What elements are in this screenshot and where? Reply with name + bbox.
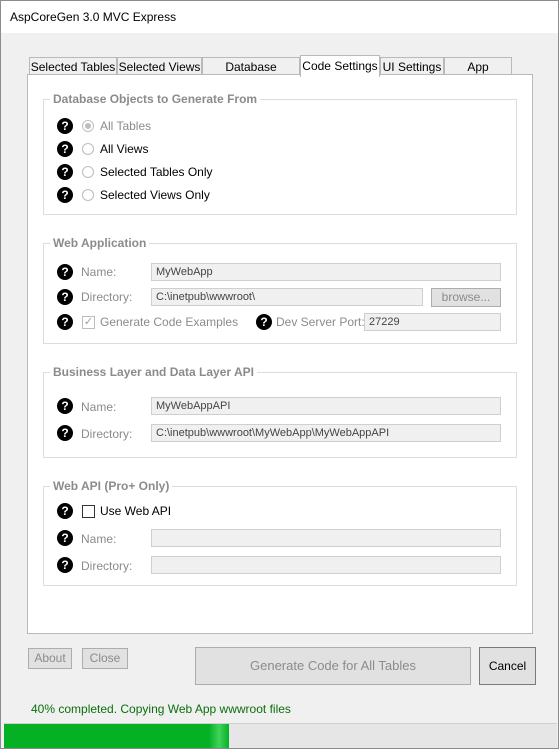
- tab-ui-settings[interactable]: UI Settings: [380, 57, 444, 75]
- tab-code-settings[interactable]: Code Settings: [300, 55, 380, 77]
- tab-panel-code-settings: Database Objects to Generate From ? All …: [27, 74, 533, 634]
- cancel-button[interactable]: Cancel: [479, 647, 536, 685]
- group-db-objects: Database Objects to Generate From ? All …: [43, 92, 517, 215]
- directory-label: Directory:: [81, 290, 133, 304]
- question-circle-icon[interactable]: ?: [57, 141, 73, 157]
- radio-label: All Tables: [100, 119, 152, 133]
- question-circle-icon[interactable]: ?: [57, 118, 73, 134]
- question-circle-icon[interactable]: ?: [57, 503, 73, 519]
- progress-fill: [4, 724, 226, 748]
- directory-label: Directory:: [81, 559, 133, 573]
- radio-label: Selected Tables Only: [100, 165, 213, 179]
- title-bar: AspCoreGen 3.0 MVC Express: [1, 1, 558, 33]
- web-api-name-field[interactable]: [151, 529, 501, 547]
- radio-all-tables[interactable]: [82, 120, 94, 132]
- radio-label: All Views: [100, 142, 149, 156]
- question-circle-icon[interactable]: ?: [57, 530, 73, 546]
- web-app-directory-field[interactable]: C:\inetpub\wwwroot\: [151, 288, 423, 306]
- question-circle-icon[interactable]: ?: [57, 314, 73, 330]
- tab-app-settings[interactable]: App Settings: [444, 57, 512, 92]
- group-web-application: Web Application ? Name: MyWebApp ? Direc…: [43, 236, 517, 344]
- group-web-api: Web API (Pro+ Only) ? Use Web API ? Name…: [43, 479, 517, 586]
- checkbox-label: Generate Code Examples: [100, 315, 239, 329]
- question-circle-icon[interactable]: ?: [57, 289, 73, 305]
- tab-selected-views[interactable]: Selected Views: [117, 57, 202, 75]
- group-title: Web API (Pro+ Only): [50, 479, 173, 493]
- about-button[interactable]: About: [28, 648, 72, 669]
- browse-button[interactable]: browse...: [431, 288, 501, 307]
- radio-label: Selected Views Only: [100, 188, 210, 202]
- checkbox-label: Use Web API: [100, 504, 172, 518]
- name-label: Name:: [81, 400, 117, 414]
- use-web-api-checkbox[interactable]: [82, 505, 95, 518]
- progress-bar: [4, 723, 557, 748]
- question-circle-icon[interactable]: ?: [57, 164, 73, 180]
- group-title: Business Layer and Data Layer API: [50, 365, 257, 379]
- question-circle-icon[interactable]: ?: [57, 187, 73, 203]
- api-directory-field[interactable]: C:\inetpub\wwwroot\MyWebApp\MyWebAppAPI: [151, 424, 501, 442]
- close-button[interactable]: Close: [82, 648, 128, 669]
- question-circle-icon[interactable]: ?: [57, 264, 73, 280]
- status-text: 40% completed. Copying Web App wwwroot f…: [31, 702, 291, 716]
- group-business-layer: Business Layer and Data Layer API ? Name…: [43, 365, 517, 458]
- radio-selected-views-only[interactable]: [82, 189, 94, 201]
- main-window: AspCoreGen 3.0 MVC Express Selected Tabl…: [0, 0, 559, 749]
- web-api-directory-field[interactable]: [151, 556, 501, 574]
- name-label: Name:: [81, 532, 117, 546]
- generate-examples-checkbox[interactable]: ✓: [82, 316, 95, 329]
- group-title: Web Application: [50, 236, 150, 250]
- generate-code-button[interactable]: Generate Code for All Tables: [195, 647, 471, 685]
- radio-all-views[interactable]: [82, 143, 94, 155]
- radio-selected-tables-only[interactable]: [82, 166, 94, 178]
- dev-port-field[interactable]: 27229: [364, 313, 501, 331]
- api-name-field[interactable]: MyWebAppAPI: [151, 397, 501, 415]
- name-label: Name:: [81, 265, 117, 279]
- question-circle-icon[interactable]: ?: [256, 314, 272, 330]
- question-circle-icon[interactable]: ?: [57, 425, 73, 441]
- dev-port-label: Dev Server Port:: [276, 315, 365, 329]
- tab-selected-tables[interactable]: Selected Tables: [29, 57, 117, 75]
- window-title: AspCoreGen 3.0 MVC Express: [10, 10, 177, 24]
- group-title: Database Objects to Generate From: [50, 92, 261, 106]
- question-circle-icon[interactable]: ?: [57, 557, 73, 573]
- question-circle-icon[interactable]: ?: [57, 398, 73, 414]
- directory-label: Directory:: [81, 427, 133, 441]
- progress-glow: [209, 724, 229, 748]
- web-app-name-field[interactable]: MyWebApp: [151, 263, 501, 281]
- tab-database-settings[interactable]: Database Settings: [202, 57, 300, 92]
